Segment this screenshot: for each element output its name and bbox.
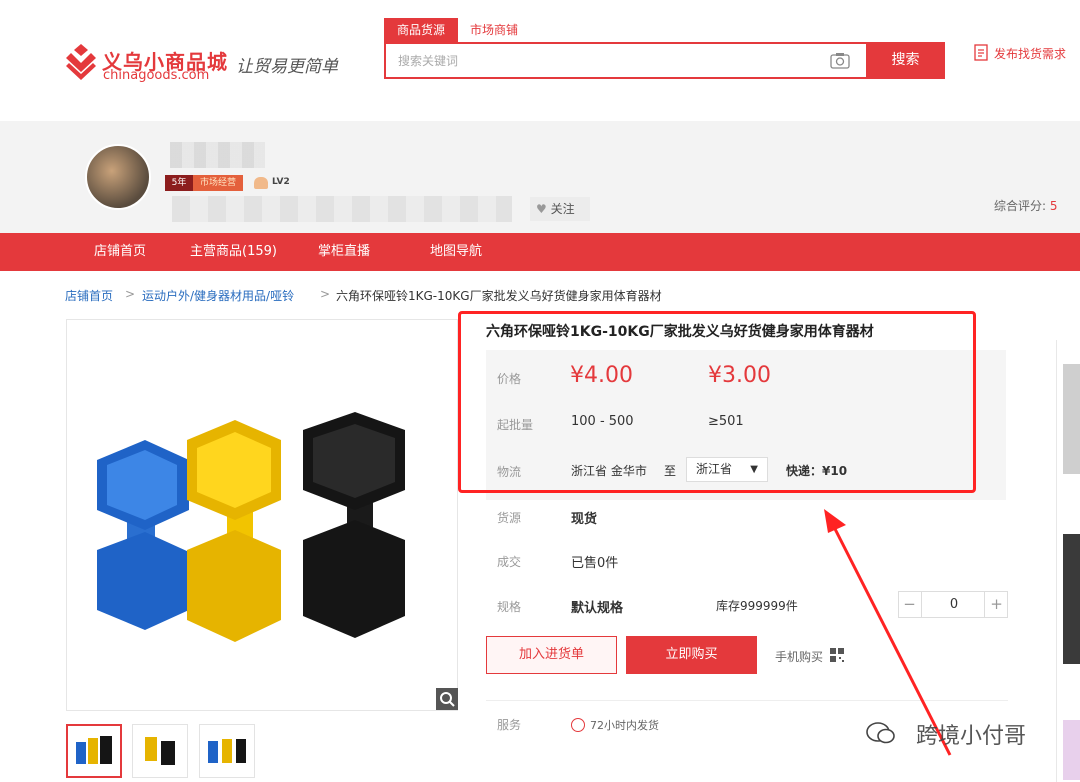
chinagoods-logo-icon[interactable] <box>64 44 98 82</box>
stock-count: 库存999999件 <box>716 599 798 613</box>
thumbnail-image <box>145 737 175 765</box>
quantity-plus-button[interactable]: + <box>984 591 1008 618</box>
magnifier-icon <box>440 692 455 707</box>
service-value: 72小时内发货 <box>590 719 659 732</box>
breadcrumb-home[interactable]: 店铺首页 <box>65 287 113 304</box>
thumbnail-1[interactable] <box>66 724 122 778</box>
thumbnail-image <box>208 739 246 763</box>
recommended-column <box>1056 340 1080 782</box>
spec-label: 规格 <box>497 600 522 614</box>
follow-button[interactable]: ♥ 关注 <box>530 197 590 221</box>
store-level: LV2 <box>272 177 290 187</box>
thumbnail-3[interactable] <box>199 724 255 778</box>
slogan: 让贸易更简单 <box>236 57 338 77</box>
recommended-item-image[interactable] <box>1063 534 1080 664</box>
store-name-blurred <box>170 142 265 168</box>
annotation-highlight-box <box>458 311 976 493</box>
years-badge: 5年 <box>165 175 193 191</box>
product-main-image[interactable] <box>66 319 458 711</box>
heart-icon: ♥ <box>536 202 547 216</box>
wechat-icon <box>866 722 895 744</box>
spec-value[interactable]: 默认规格 <box>571 597 623 616</box>
market-badge: 市场经营 <box>193 175 243 191</box>
source-label: 货源 <box>497 511 522 525</box>
check-circle-icon <box>571 718 585 732</box>
watermark-text: 跨境小付哥 <box>916 724 1027 749</box>
store-nav-bar <box>0 233 1080 271</box>
buy-now-button[interactable]: 立即购买 <box>626 636 757 674</box>
deal-value: 已售0件 <box>571 556 619 571</box>
service-label: 服务 <box>497 718 522 732</box>
store-address-blurred <box>172 196 512 222</box>
nav-store-home[interactable]: 店铺首页 <box>94 233 146 271</box>
recommended-item-image[interactable] <box>1063 364 1080 474</box>
zoom-button[interactable] <box>436 688 458 710</box>
search-button[interactable]: 搜索 <box>866 42 945 79</box>
dumbbells-image <box>97 412 405 642</box>
recommended-item-image[interactable] <box>1063 720 1080 780</box>
nav-map[interactable]: 地图导航 <box>430 233 482 271</box>
deal-label: 成交 <box>497 555 522 569</box>
mobile-buy-label[interactable]: 手机购买 <box>775 648 823 665</box>
breadcrumb-category[interactable]: 运动户外/健身器材用品/哑铃 <box>142 287 294 304</box>
nav-live[interactable]: 掌柜直播 <box>318 233 370 271</box>
tab-market-shops[interactable]: 市场商铺 <box>470 18 518 42</box>
publish-request-link[interactable]: 发布找货需求 <box>994 45 1066 62</box>
search-placeholder: 搜索关键词 <box>398 54 459 68</box>
tab-goods-source[interactable]: 商品货源 <box>384 18 458 42</box>
breadcrumb-current: 六角环保哑铃1KG-10KG厂家批发义乌好货健身家用体育器材 <box>336 289 662 303</box>
follow-label: 关注 <box>550 202 575 216</box>
breadcrumb-separator: > <box>320 287 331 301</box>
source-value: 现货 <box>571 512 598 527</box>
add-to-cart-button[interactable]: 加入进货单 <box>486 636 617 674</box>
rating-label: 综合评分: <box>994 199 1047 213</box>
store-avatar[interactable] <box>85 144 151 210</box>
logo-domain[interactable]: chinagoods.com <box>103 68 209 83</box>
nav-main-products[interactable]: 主营商品(159) <box>190 233 277 271</box>
breadcrumb-separator: > <box>125 287 136 301</box>
thumbnail-image <box>76 736 112 764</box>
rating-value: 5 <box>1049 199 1058 213</box>
thumbnail-2[interactable] <box>132 724 188 778</box>
level-icon <box>254 177 268 189</box>
store-rating: 综合评分: 5 <box>994 197 1058 214</box>
camera-icon[interactable] <box>830 52 850 69</box>
document-icon[interactable] <box>974 44 988 61</box>
